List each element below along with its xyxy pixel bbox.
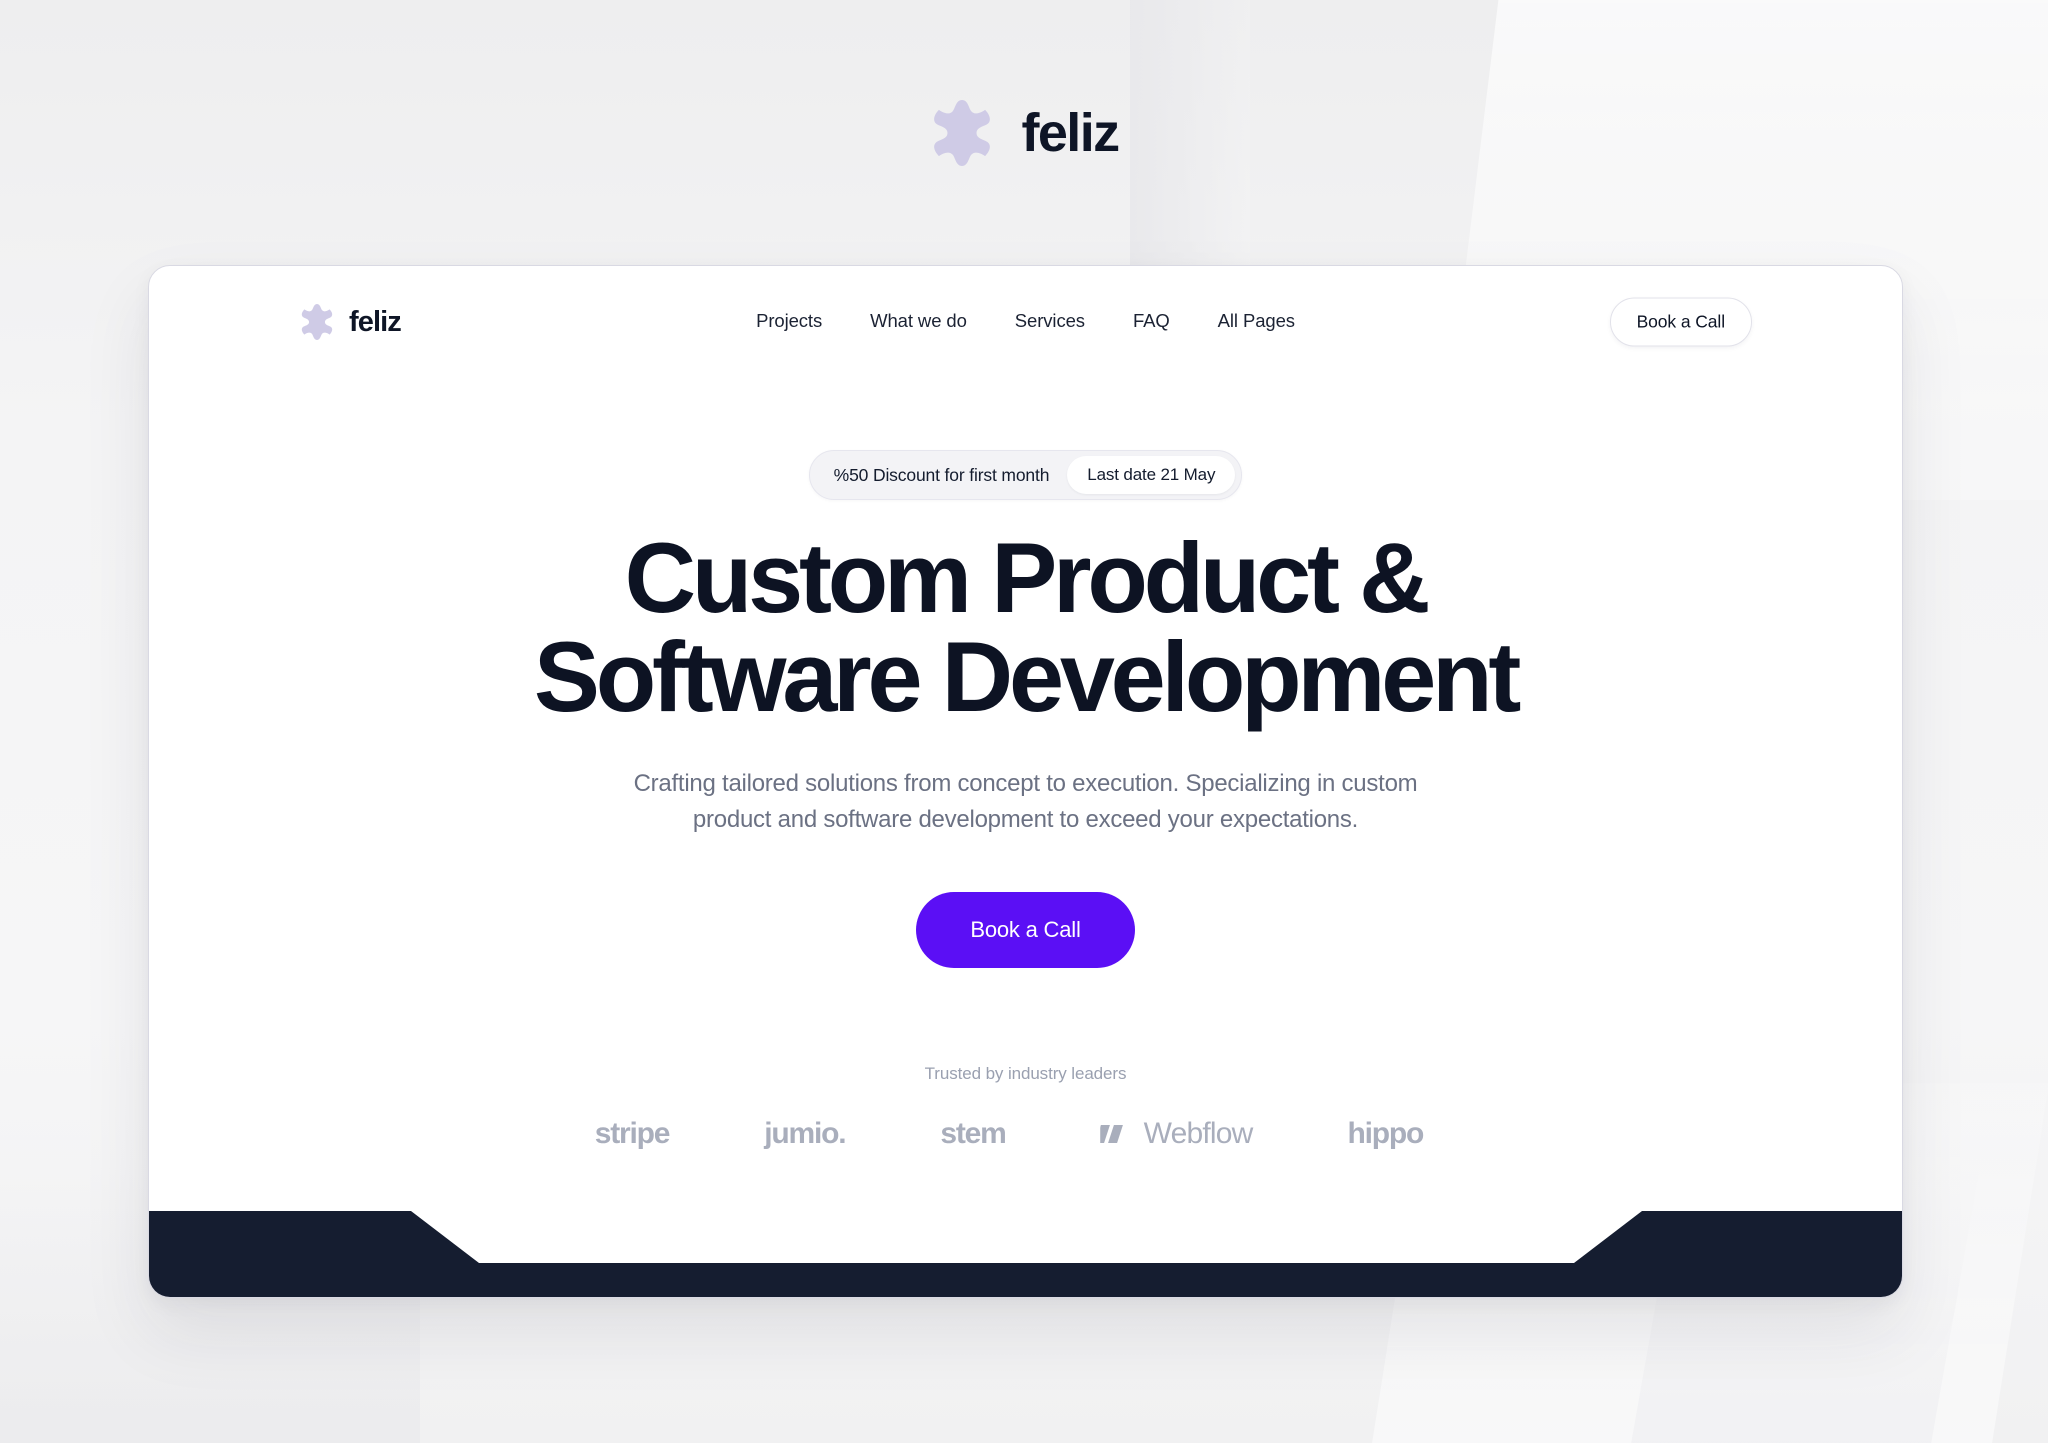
client-logo-stripe: stripe (594, 1117, 671, 1150)
trusted-by-label: Trusted by industry leaders (924, 1064, 1127, 1083)
nav-link-services[interactable]: Services (1015, 310, 1085, 332)
browser-bottom-bar (149, 1211, 1902, 1297)
promo-badge-text: %50 Discount for first month (833, 464, 1050, 485)
nav-link-all-pages[interactable]: All Pages (1218, 310, 1295, 332)
feliz-star-icon (299, 304, 335, 340)
nav-link-faq[interactable]: FAQ (1133, 310, 1170, 332)
nav-brand[interactable]: feliz (299, 304, 402, 340)
nav-links: Projects What we do Services FAQ All Pag… (756, 310, 1295, 332)
client-logo-webflow: Webflow (1095, 1117, 1254, 1151)
brand-header: feliz (0, 100, 2048, 166)
hero-subtitle: Crafting tailored solutions from concept… (633, 770, 1418, 833)
hero-section: %50 Discount for first month Last date 2… (149, 378, 1902, 968)
hero-book-a-call-button[interactable]: Book a Call (916, 892, 1135, 968)
trusted-by-section: Trusted by industry leaders stripe jumio… (149, 1064, 1902, 1162)
client-logo-row: stripe jumio. stem Webflow hippo (594, 1106, 1425, 1162)
client-logo-jumio: jumio. (764, 1117, 846, 1150)
promo-badge[interactable]: %50 Discount for first month Last date 2… (808, 450, 1243, 500)
client-logo-hippo: hippo (1347, 1117, 1425, 1150)
brand-wordmark: feliz (1021, 103, 1120, 163)
nav-link-what-we-do[interactable]: What we do (870, 310, 967, 332)
nav-brand-label: feliz (349, 305, 402, 338)
feliz-star-icon (929, 100, 995, 166)
page-title: Custom Product & Software Development (149, 528, 1902, 726)
hero-title-line1: Custom Product & (624, 522, 1431, 633)
client-logo-webflow-label: Webflow (1143, 1117, 1254, 1150)
promo-badge-date: Last date 21 May (1067, 456, 1236, 494)
nav-book-a-call-button[interactable]: Book a Call (1609, 297, 1752, 347)
site-navigation: feliz Projects What we do Services FAQ A… (149, 266, 1902, 378)
nav-link-projects[interactable]: Projects (756, 310, 822, 332)
client-logo-stem: stem (940, 1117, 1006, 1150)
client-logo-strip: stripe jumio. stem Webflow hippo (149, 1106, 1902, 1162)
webflow-w-icon (1095, 1121, 1135, 1147)
browser-window-card: feliz Projects What we do Services FAQ A… (148, 265, 1903, 1298)
hero-title-line2: Software Development (533, 621, 1521, 732)
